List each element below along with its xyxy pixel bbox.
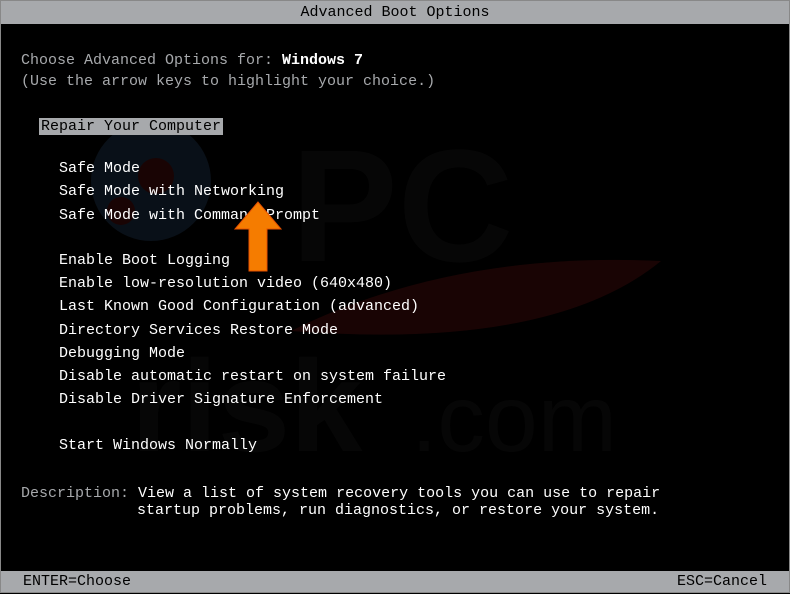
menu-item-last-known-good[interactable]: Last Known Good Configuration (advanced) [59,295,769,318]
description: Description: View a list of system recov… [21,485,769,502]
description-label: Description: [21,485,138,502]
menu-item-safe-mode-networking[interactable]: Safe Mode with Networking [59,180,769,203]
menu-group-safe-mode: Safe Mode Safe Mode with Networking Safe… [59,157,769,227]
menu-item-disable-driver-sig[interactable]: Disable Driver Signature Enforcement [59,388,769,411]
header-prefix: Choose Advanced Options for: [21,52,282,69]
menu-group-advanced: Enable Boot Logging Enable low-resolutio… [59,249,769,412]
menu-item-selected[interactable]: Repair Your Computer [39,118,223,135]
menu-item-disable-auto-restart[interactable]: Disable automatic restart on system fail… [59,365,769,388]
menu-item-directory-services[interactable]: Directory Services Restore Mode [59,319,769,342]
description-text1: View a list of system recovery tools you… [138,485,660,502]
menu-item-start-normally[interactable]: Start Windows Normally [59,434,769,457]
menu-item-safe-mode-command[interactable]: Safe Mode with Command Prompt [59,204,769,227]
instructions: (Use the arrow keys to highlight your ch… [21,73,769,90]
menu-item-low-res-video[interactable]: Enable low-resolution video (640x480) [59,272,769,295]
menu-item-boot-logging[interactable]: Enable Boot Logging [59,249,769,272]
description-text2: startup problems, run diagnostics, or re… [137,502,769,519]
menu-item-debugging[interactable]: Debugging Mode [59,342,769,365]
footer-enter: ENTER=Choose [23,573,131,590]
menu-group-normal: Start Windows Normally [59,434,769,457]
os-name: Windows 7 [282,52,363,69]
footer-esc: ESC=Cancel [677,573,767,590]
page-title: Advanced Boot Options [1,1,789,24]
menu-item-safe-mode[interactable]: Safe Mode [59,157,769,180]
header-line: Choose Advanced Options for: Windows 7 [21,52,769,69]
footer-bar: ENTER=Choose ESC=Cancel [1,571,789,592]
